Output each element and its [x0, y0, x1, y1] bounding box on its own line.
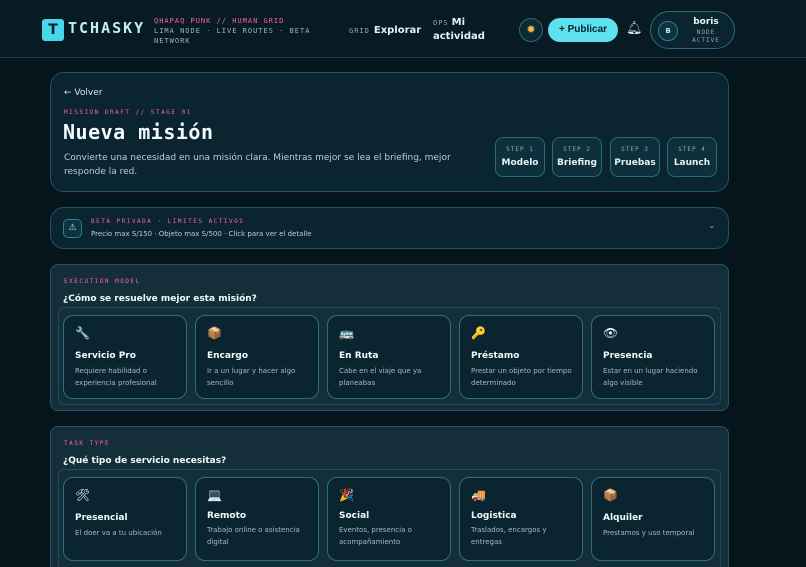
option-presencia[interactable]: 👁 Presencia Estar en un lugar haciendo a…	[591, 315, 715, 399]
execution-model-section: EXECUTION MODEL ¿Cómo se resuelve mejor …	[50, 264, 729, 411]
option-title: Presencial	[75, 513, 128, 523]
option-desc: Cabe en el viaje que ya planeabas	[339, 367, 422, 387]
warning-icon: ⚠	[63, 219, 82, 238]
user-name: boris	[693, 17, 719, 27]
step-pruebas[interactable]: STEP 3 Pruebas	[610, 137, 660, 177]
nav-mi-actividad[interactable]: OPS Mi actividad	[433, 16, 503, 44]
nav-ops-kicker: OPS	[433, 19, 449, 27]
section-kicker: TASK TYPE	[64, 440, 111, 447]
option-title: Encargo	[207, 351, 249, 361]
laptop-icon: 💻	[207, 488, 222, 502]
option-desc: Requiere habilidad o experiencia profesi…	[75, 367, 157, 387]
beta-title: BETA PRIVADA · LIMITES ACTIVOS	[91, 218, 245, 225]
option-logistica[interactable]: 🚚 Logistica Traslados, encargos y entreg…	[459, 477, 583, 561]
option-remoto[interactable]: 💻 Remoto Trabajo online o asistencia dig…	[195, 477, 319, 561]
nav-explorar-kicker: GRID	[349, 27, 370, 35]
chevron-down-icon[interactable]: ⌄	[708, 221, 716, 231]
option-desc: El doer va a tu ubicación	[75, 529, 162, 537]
section-kicker: EXECUTION MODEL	[64, 278, 141, 285]
step-label: Launch	[673, 158, 711, 168]
tagline-line1: QHAPAQ PUNK // HUMAN GRID	[154, 17, 285, 25]
step-modelo[interactable]: STEP 1 Modelo	[495, 137, 545, 177]
logo-text[interactable]: TCHASKY	[68, 19, 145, 37]
section-question: ¿Qué tipo de servicio necesitas?	[63, 456, 227, 466]
option-desc: Eventos, presencia o acompañamiento	[339, 526, 412, 546]
bus-icon: 🚌	[339, 326, 354, 340]
option-prestamo[interactable]: 🔑 Préstamo Prestar un objeto por tiempo …	[459, 315, 583, 399]
nav-explorar-label: Explorar	[373, 25, 422, 36]
truck-icon: 🚚	[471, 488, 486, 502]
key-icon: 🔑	[471, 326, 486, 340]
option-desc: Prestamos y uso temporal	[603, 529, 695, 537]
option-title: Alquiler	[603, 513, 643, 523]
step-label: Briefing	[556, 158, 597, 168]
option-title: Préstamo	[471, 351, 520, 361]
task-type-section: TASK TYPE ¿Qué tipo de servicio necesita…	[50, 426, 729, 567]
step-kicker: STEP 3	[621, 146, 649, 153]
step-launch[interactable]: STEP 4 Launch	[667, 137, 717, 177]
wrench-icon: 🔧	[75, 326, 90, 340]
tools-icon: 🛠	[75, 488, 91, 502]
option-servicio-pro[interactable]: 🔧 Servicio Pro Requiere habilidad o expe…	[63, 315, 187, 399]
option-title: Remoto	[207, 511, 247, 521]
step-briefing[interactable]: STEP 2 Briefing	[552, 137, 602, 177]
option-social[interactable]: 🎉 Social Eventos, presencia o acompañami…	[327, 477, 451, 561]
hero-description: Convierte una necesidad en una misión cl…	[64, 153, 451, 177]
option-title: Presencia	[603, 351, 653, 361]
option-desc: Prestar un objeto por tiempo determinado	[471, 367, 572, 387]
step-kicker: STEP 4	[678, 146, 706, 153]
option-desc: Ir a un lugar y hacer algo sencillo	[207, 367, 296, 387]
option-title: En Ruta	[339, 351, 379, 361]
eye-icon: 👁	[603, 326, 619, 340]
tagline-line3: NETWORK	[154, 37, 191, 45]
user-menu[interactable]: B boris NODE ACTIVE	[650, 11, 735, 49]
back-link[interactable]: ← Volver	[64, 88, 102, 98]
beta-limits-banner[interactable]: ⚠ BETA PRIVADA · LIMITES ACTIVOS Precio …	[50, 207, 729, 249]
option-title: Logistica	[471, 511, 517, 521]
package-icon: 📦	[207, 326, 222, 340]
option-desc: Estar en un lugar haciendo algo visible	[603, 367, 698, 387]
user-role: NODE ACTIVE	[692, 29, 720, 44]
option-presencial[interactable]: 🛠 Presencial El doer va a tu ubicación	[63, 477, 187, 561]
logo-mark[interactable]: T	[42, 19, 64, 41]
option-title: Social	[339, 511, 370, 521]
mission-hero-card: ← Volver MISSION DRAFT // STAGE 01 Nueva…	[50, 72, 729, 192]
option-encargo[interactable]: 📦 Encargo Ir a un lugar y hacer algo sen…	[195, 315, 319, 399]
top-header: T TCHASKY QHAPAQ PUNK // HUMAN GRID LIMA…	[0, 0, 806, 58]
theme-toggle-button[interactable]: ✹	[519, 18, 543, 42]
avatar: B	[658, 21, 678, 41]
hero-kicker: MISSION DRAFT // STAGE 01	[64, 109, 192, 116]
option-en-ruta[interactable]: 🚌 En Ruta Cabe en el viaje que ya planea…	[327, 315, 451, 399]
party-icon: 🎉	[339, 488, 354, 502]
tagline: QHAPAQ PUNK // HUMAN GRID LIMA NODE · LI…	[154, 16, 310, 46]
option-desc: Traslados, encargos y entregas	[471, 526, 547, 546]
nav-explorar[interactable]: GRID Explorar	[349, 23, 421, 36]
beta-description: Precio max S/150 · Objeto max S/500 · Cl…	[91, 230, 312, 238]
page-title: Nueva misión	[63, 120, 214, 144]
step-label: Pruebas	[614, 158, 656, 168]
package-icon: 📦	[603, 488, 618, 502]
step-label: Modelo	[501, 158, 539, 168]
bell-icon[interactable]: 🔔︎	[626, 21, 643, 36]
option-alquiler[interactable]: 📦 Alquiler Prestamos y uso temporal	[591, 477, 715, 561]
option-title: Servicio Pro	[75, 351, 136, 361]
tagline-line2: LIMA NODE · LIVE ROUTES · BETA	[154, 27, 311, 35]
step-kicker: STEP 1	[506, 146, 534, 153]
section-question: ¿Cómo se resuelve mejor esta misión?	[63, 294, 257, 304]
sun-icon: ✹	[526, 23, 536, 36]
publish-button[interactable]: + Publicar	[548, 18, 618, 42]
step-kicker: STEP 2	[563, 146, 591, 153]
option-desc: Trabajo online o asistencia digital	[207, 526, 300, 546]
